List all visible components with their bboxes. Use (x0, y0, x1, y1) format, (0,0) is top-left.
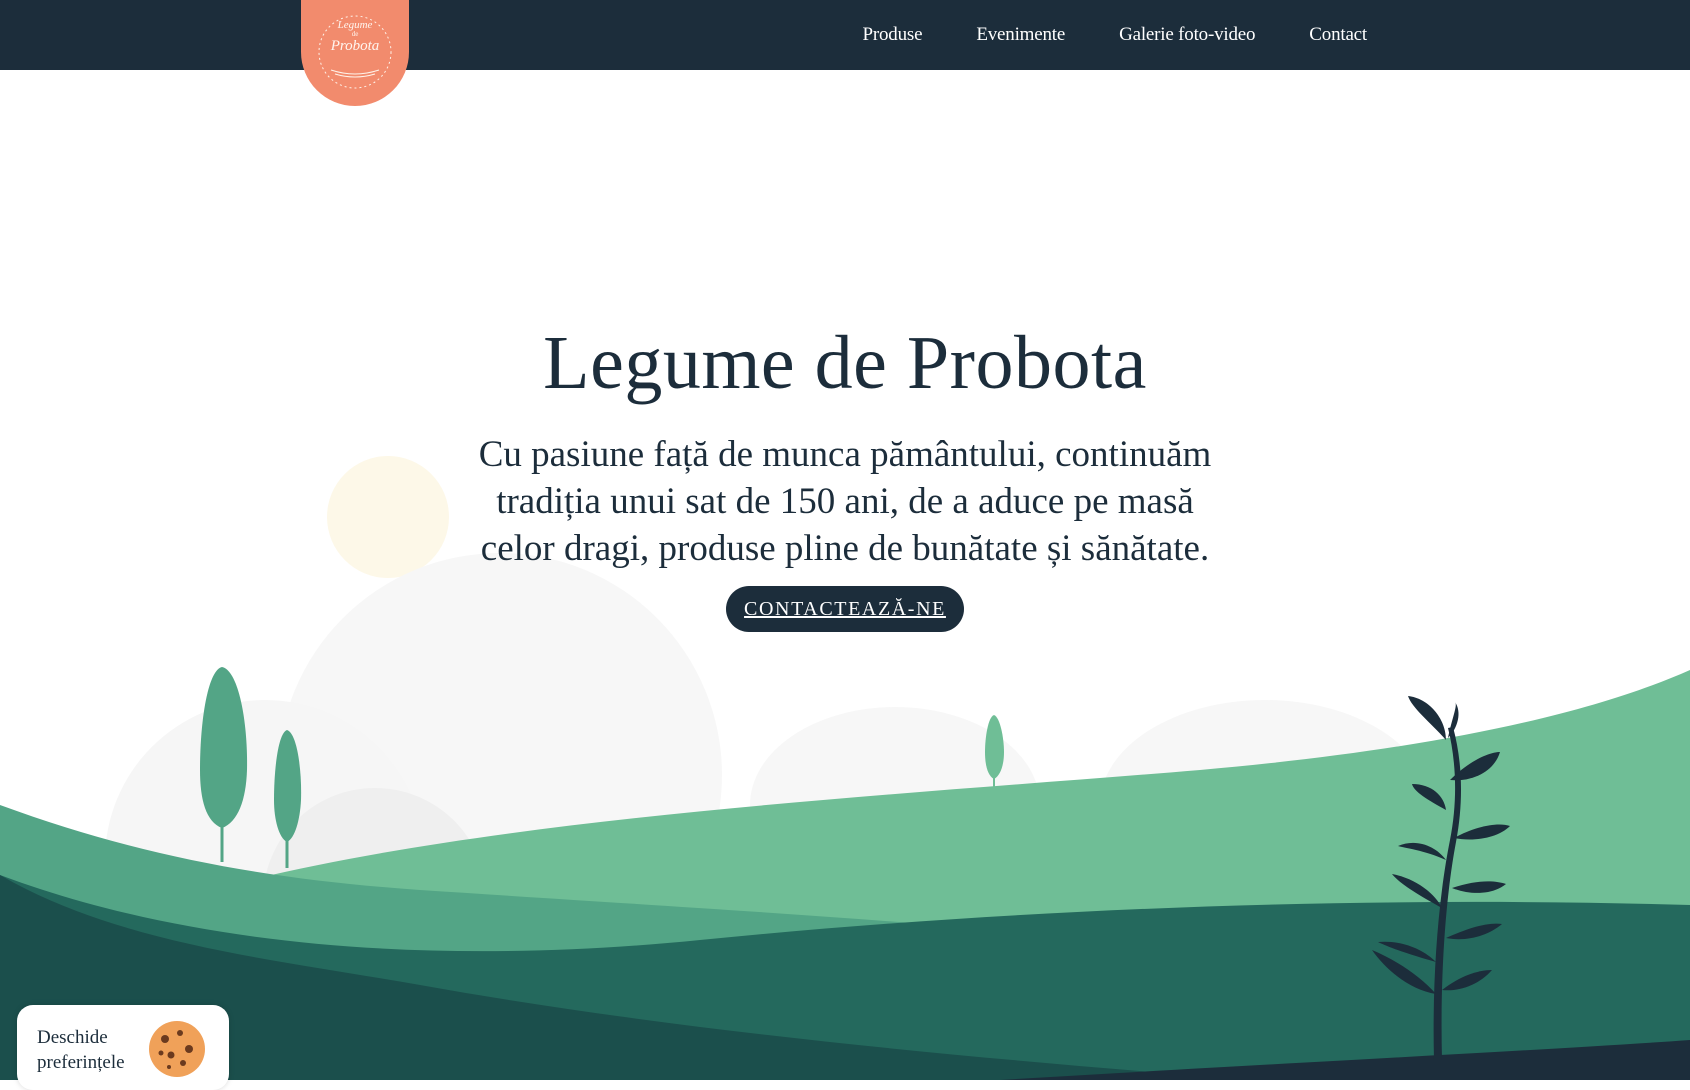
hero-title: Legume de Probota (543, 321, 1147, 405)
hero-section: Legume de Probota Cu pasiune față de mun… (445, 325, 1245, 632)
nav-link-produse[interactable]: Produse (863, 24, 923, 46)
main-nav: Produse Evenimente Galerie foto-video Co… (809, 0, 1368, 70)
contact-us-button[interactable]: CONTACTEAZĂ-NE (726, 586, 964, 632)
cypress-tree-3 (985, 715, 1004, 779)
logo-text-probota: Probota (330, 38, 380, 54)
cookie-preferences-label: Deschide preferințele (37, 1027, 125, 1073)
sun-shape (327, 456, 449, 578)
site-logo[interactable]: Legume de Probota (301, 0, 409, 106)
hero-subtitle: Cu pasiune față de munca pământului, con… (478, 434, 1212, 569)
cookie-preferences-widget[interactable]: Deschide preferințele (17, 1005, 229, 1090)
nav-link-evenimente[interactable]: Evenimente (976, 24, 1065, 46)
cypress-tree-1 (200, 667, 248, 828)
cookie-icon (149, 1021, 205, 1077)
nav-link-contact[interactable]: Contact (1309, 24, 1367, 46)
nav-link-galerie[interactable]: Galerie foto-video (1119, 24, 1255, 46)
logo-text-de: de (351, 30, 359, 38)
